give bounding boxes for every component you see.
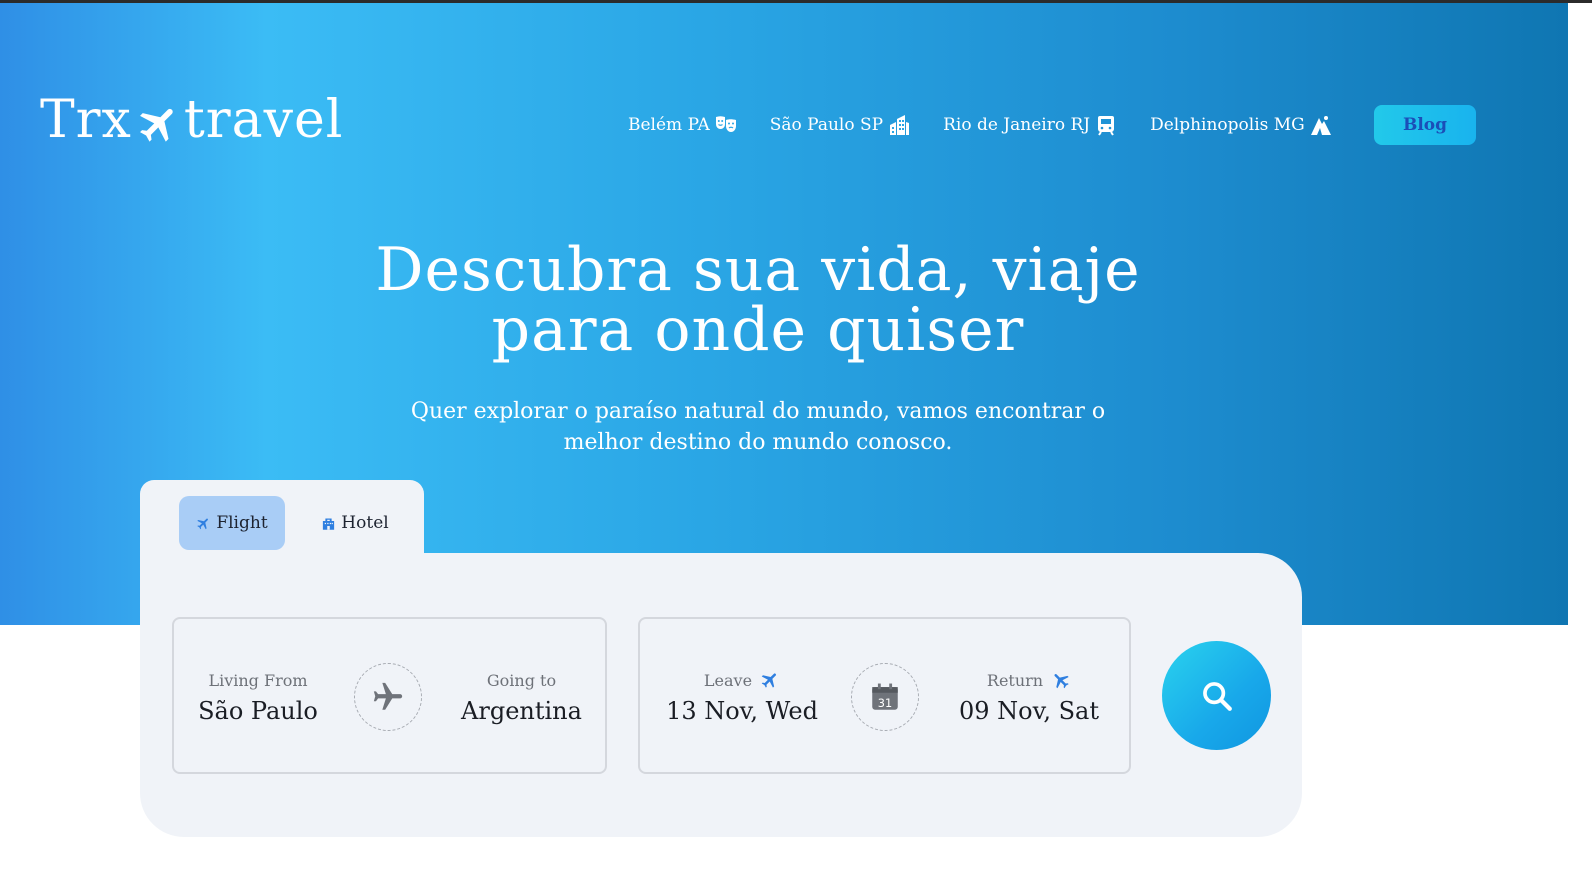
dates-card: Leave 13 Nov, Wed 31 Return 09 Nov, Sat <box>638 617 1131 774</box>
leave-label-row: Leave <box>656 669 828 691</box>
plane-icon <box>139 108 173 142</box>
leave-label: Leave <box>703 670 753 690</box>
subtitle-line-1: Quer explorar o paraíso natural do mundo… <box>410 399 1106 424</box>
headline-line-1: Descubra sua vida, viaje <box>375 235 1141 305</box>
hero-headline: Descubra sua vida, viaje para onde quise… <box>300 240 1216 360</box>
nav-item-delphinopolis[interactable]: Delphinopolis MG <box>1150 113 1333 137</box>
return-label-row: Return <box>944 669 1114 691</box>
leave-value: 13 Nov, Wed <box>666 697 818 725</box>
calendar-day: 31 <box>878 696 892 710</box>
brand-name-left: Trx <box>40 90 132 150</box>
from-field[interactable]: Living From São Paulo <box>188 669 328 726</box>
from-label: Living From <box>208 670 308 690</box>
from-value: São Paulo <box>198 697 318 725</box>
nav-label: Delphinopolis MG <box>1150 115 1305 135</box>
to-value: Argentina <box>461 697 582 725</box>
to-label: Going to <box>486 670 557 690</box>
train-icon <box>1098 116 1115 136</box>
brand-name-right: travel <box>183 90 344 150</box>
hero-subtitle: Quer explorar o paraíso natural do mundo… <box>330 396 1186 458</box>
tab-hotel[interactable]: Hotel <box>300 496 410 550</box>
nav-label: Belém PA <box>628 115 710 135</box>
nav-item-rio[interactable]: Rio de Janeiro RJ <box>943 113 1118 137</box>
nav-label: Rio de Janeiro RJ <box>943 115 1091 135</box>
plane-icon <box>197 518 209 529</box>
swap-route-button[interactable] <box>354 663 422 731</box>
plane-departure-icon <box>761 673 777 688</box>
headline-line-2: para onde quiser <box>491 295 1025 365</box>
top-nav: Belém PA São Paulo SP Rio de Janeiro RJ … <box>628 108 1365 142</box>
return-value: 09 Nov, Sat <box>959 697 1099 725</box>
plane-icon <box>373 682 403 710</box>
search-button[interactable] <box>1162 641 1271 750</box>
scrollbar-track[interactable] <box>1568 3 1592 890</box>
tab-flight[interactable]: Flight <box>179 496 285 550</box>
brand-logo[interactable]: Trx travel <box>40 88 343 152</box>
return-field[interactable]: Return 09 Nov, Sat <box>944 669 1114 726</box>
subtitle-line-2: melhor destino do mundo conosco. <box>563 430 953 455</box>
theater-masks-icon <box>715 116 736 132</box>
blog-button[interactable]: Blog <box>1374 105 1476 145</box>
hotel-icon <box>323 518 335 530</box>
route-card: Living From São Paulo Going to Argentina <box>172 617 607 774</box>
tab-label: Flight <box>216 513 268 533</box>
nav-item-belem[interactable]: Belém PA <box>628 113 738 137</box>
calendar-icon: 31 <box>872 683 898 710</box>
nav-item-sao-paulo[interactable]: São Paulo SP <box>770 113 911 137</box>
search-icon <box>1202 681 1232 711</box>
mountain-icon <box>1310 116 1331 135</box>
return-label: Return <box>986 670 1044 690</box>
plane-return-icon <box>1054 674 1069 689</box>
city-buildings-icon <box>890 115 910 135</box>
to-field[interactable]: Going to Argentina <box>444 669 599 726</box>
tab-label: Hotel <box>341 513 389 533</box>
leave-field[interactable]: Leave 13 Nov, Wed <box>656 669 828 726</box>
nav-label: São Paulo SP <box>769 115 884 135</box>
calendar-button[interactable]: 31 <box>851 663 919 731</box>
